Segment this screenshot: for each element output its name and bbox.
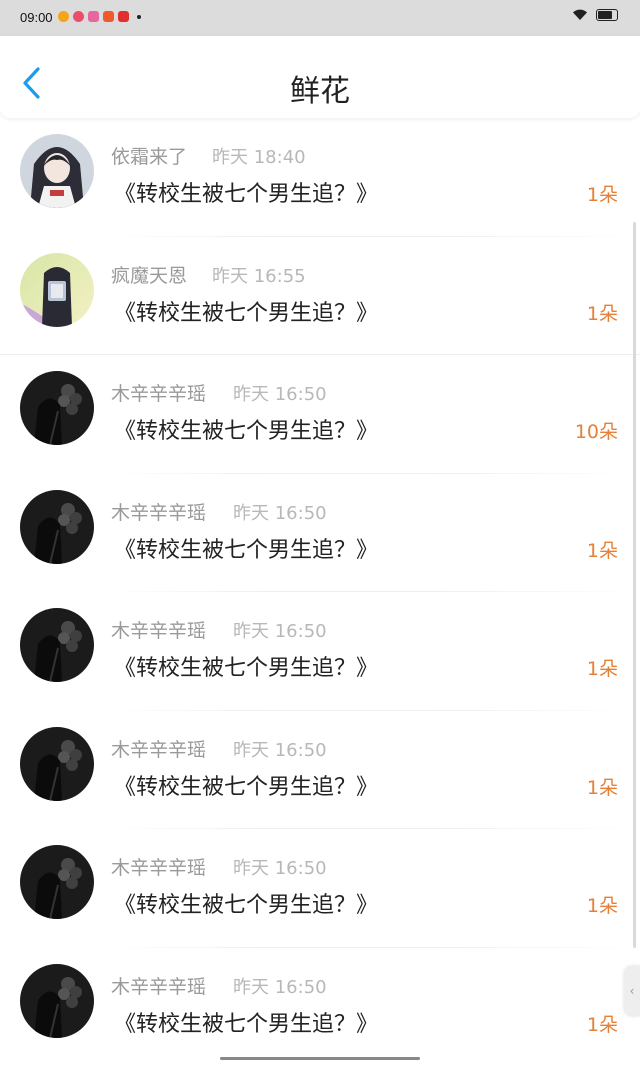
user-name[interactable]: 木辛辛辛瑶 bbox=[111, 972, 206, 999]
timestamp: 昨天 16:50 bbox=[233, 739, 327, 761]
flower-count: 10朵 bbox=[574, 421, 618, 443]
app-icon bbox=[73, 11, 84, 22]
timestamp: 昨天 16:50 bbox=[233, 621, 327, 642]
flower-count: 1朵 bbox=[586, 658, 618, 680]
side-drawer-handle[interactable]: ‹ bbox=[624, 966, 640, 1016]
scrollbar[interactable] bbox=[633, 222, 636, 948]
book-title[interactable]: 《转校生被七个男生追？》 bbox=[114, 295, 378, 327]
avatar[interactable] bbox=[20, 608, 94, 682]
page-title: 鲜花 bbox=[290, 74, 350, 109]
navigation-bar: 鲜花 bbox=[0, 36, 640, 118]
flower-count: 1朵 bbox=[586, 539, 618, 562]
list-item[interactable]: 木辛辛辛瑶 昨天 16:50 《转校生被七个男生追？》 1朵 bbox=[0, 592, 640, 711]
flower-count: 1朵 bbox=[586, 184, 618, 206]
avatar-dark bbox=[20, 608, 94, 682]
avatar[interactable] bbox=[20, 371, 94, 445]
avatar-dark bbox=[20, 371, 94, 445]
book-title[interactable]: 《转校生被七个男生追？》 bbox=[114, 532, 378, 564]
timestamp: 昨天 16:55 bbox=[212, 265, 306, 287]
avatar[interactable] bbox=[20, 134, 94, 208]
user-name[interactable]: 木辛辛辛瑶 bbox=[111, 616, 206, 643]
list-item[interactable]: 木辛辛辛瑶 昨天 16:50 《转校生被七个男生追？》 1朵 bbox=[0, 711, 640, 829]
more-dot-icon bbox=[137, 14, 141, 19]
book-title[interactable]: 《转校生被七个男生追？》 bbox=[114, 1006, 378, 1038]
notification-icons bbox=[58, 11, 141, 22]
user-name[interactable]: 依霜来了 bbox=[111, 142, 187, 169]
app-icon bbox=[88, 11, 99, 22]
user-name[interactable]: 木辛辛辛瑶 bbox=[111, 853, 206, 880]
book-title[interactable]: 《转校生被七个男生追？》 bbox=[114, 413, 378, 445]
avatar[interactable] bbox=[20, 963, 94, 1038]
book-title[interactable]: 《转校生被七个男生追？》 bbox=[114, 887, 378, 919]
list-item[interactable]: 木辛辛辛瑶 昨天 16:50 《转校生被七个男生追？》 1朵 bbox=[0, 948, 640, 1067]
avatar[interactable] bbox=[20, 489, 94, 564]
avatar-photo bbox=[20, 252, 94, 327]
flower-count: 1朵 bbox=[586, 895, 618, 917]
home-indicator[interactable] bbox=[220, 1057, 420, 1060]
avatar-dark bbox=[20, 963, 94, 1038]
timestamp: 昨天 16:50 bbox=[233, 858, 327, 879]
timestamp: 昨天 16:50 bbox=[233, 976, 327, 998]
list-item[interactable]: 木辛辛辛瑶 昨天 16:50 《转校生被七个男生追？》 1朵 bbox=[0, 829, 640, 948]
user-name[interactable]: 木辛辛辛瑶 bbox=[111, 379, 206, 406]
avatar-dark bbox=[20, 726, 94, 801]
status-bar: 09:00 bbox=[0, 0, 640, 36]
status-time: 09:00 bbox=[20, 10, 53, 25]
user-name[interactable]: 木辛辛辛瑶 bbox=[111, 735, 206, 762]
book-title[interactable]: 《转校生被七个男生追？》 bbox=[114, 769, 378, 801]
app-icon bbox=[103, 11, 114, 22]
timestamp: 昨天 16:50 bbox=[233, 384, 327, 405]
flower-count: 1朵 bbox=[586, 302, 618, 325]
status-right bbox=[572, 9, 618, 21]
flower-record-list: 依霜来了 昨天 18:40 《转校生被七个男生追？》 1朵 疯魔天恩 昨天 16… bbox=[0, 118, 640, 1066]
book-title[interactable]: 《转校生被七个男生追？》 bbox=[114, 176, 378, 208]
battery-icon bbox=[596, 9, 618, 21]
user-name[interactable]: 疯魔天恩 bbox=[111, 261, 187, 288]
list-item[interactable]: 木辛辛辛瑶 昨天 16:50 《转校生被七个男生追？》 10朵 bbox=[0, 355, 640, 474]
avatar[interactable] bbox=[20, 726, 94, 801]
avatar-anime bbox=[20, 134, 94, 208]
avatar[interactable] bbox=[20, 845, 94, 919]
avatar-dark bbox=[20, 845, 94, 919]
timestamp: 昨天 18:40 bbox=[212, 147, 306, 168]
douyin-icon bbox=[118, 11, 129, 22]
avatar[interactable] bbox=[20, 252, 94, 327]
flower-count: 1朵 bbox=[586, 776, 618, 799]
list-item[interactable]: 疯魔天恩 昨天 16:55 《转校生被七个男生追？》 1朵 bbox=[0, 237, 640, 355]
chevron-left-icon: ‹ bbox=[629, 984, 635, 998]
wifi-icon bbox=[573, 9, 587, 20]
avatar-dark bbox=[20, 489, 94, 564]
flower-count: 1朵 bbox=[586, 1013, 618, 1036]
user-name[interactable]: 木辛辛辛瑶 bbox=[111, 498, 206, 525]
timestamp: 昨天 16:50 bbox=[233, 502, 327, 524]
weibo-icon bbox=[58, 11, 69, 22]
list-item[interactable]: 依霜来了 昨天 18:40 《转校生被七个男生追？》 1朵 bbox=[0, 118, 640, 237]
list-item[interactable]: 木辛辛辛瑶 昨天 16:50 《转校生被七个男生追？》 1朵 bbox=[0, 474, 640, 592]
book-title[interactable]: 《转校生被七个男生追？》 bbox=[114, 650, 378, 682]
